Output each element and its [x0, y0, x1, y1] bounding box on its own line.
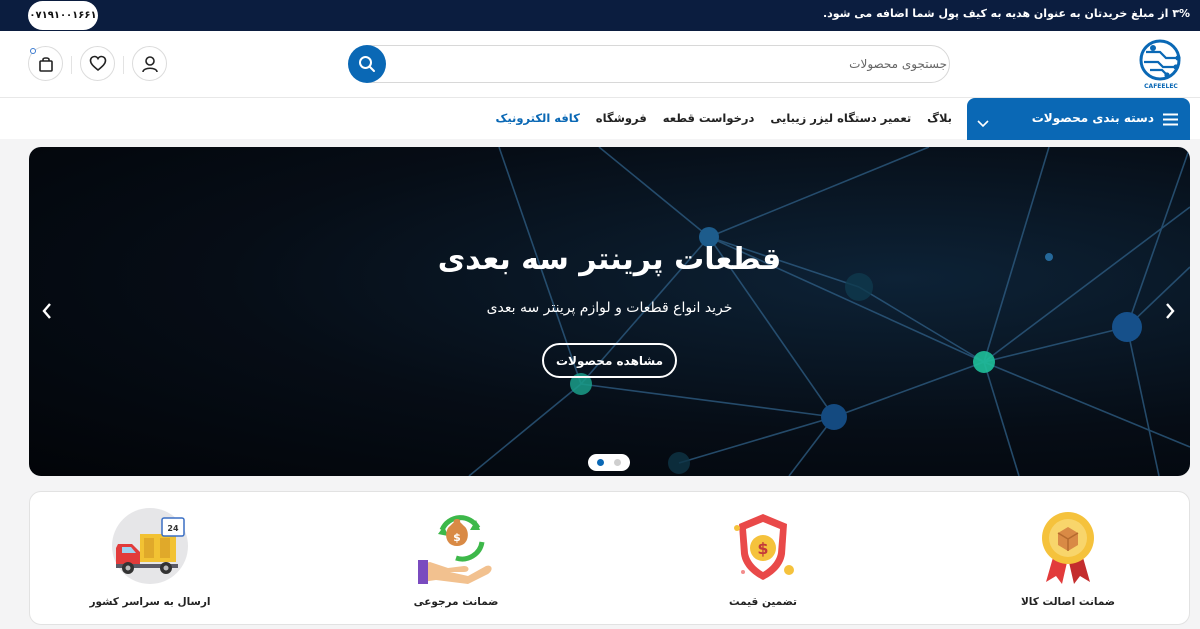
money-return-icon: $ — [416, 506, 496, 586]
header-divider — [71, 56, 72, 74]
site-logo[interactable]: CAFEELEC — [1136, 38, 1186, 90]
search-input[interactable] — [399, 46, 959, 82]
delivery-truck-icon: 24 — [110, 506, 190, 586]
svg-text:$: $ — [453, 531, 461, 544]
heart-icon — [89, 55, 106, 72]
nav-link-blog[interactable]: بلاگ — [927, 111, 952, 125]
search-button[interactable] — [348, 45, 386, 83]
feature-label: ضمانت اصالت کالا — [1020, 596, 1116, 608]
feature-price-guarantee: $ تضمین قیمت — [683, 492, 843, 626]
feature-label: ضمانت مرجوعی — [413, 596, 499, 608]
feature-label: ارسال به سراسر کشور — [89, 596, 211, 608]
promo-text: ۳% از مبلغ خریدتان به عنوان هدیه به کیف … — [822, 7, 1190, 20]
nav-link-part-request[interactable]: درخواست قطعه — [663, 111, 755, 125]
nav-link-shop[interactable]: فروشگاه — [596, 111, 647, 125]
slider-dot-1[interactable] — [597, 459, 604, 466]
feature-label: تضمین قیمت — [728, 596, 798, 608]
slider-dot-2[interactable] — [614, 459, 621, 466]
account-button[interactable] — [132, 46, 167, 81]
slider-next-button[interactable] — [1160, 299, 1180, 323]
price-shield-icon: $ — [723, 506, 803, 586]
header-divider — [123, 56, 124, 74]
search-bar — [348, 45, 959, 83]
logo-text: CAFEELEC — [1144, 83, 1178, 90]
feature-return-guarantee: $ ضمانت مرجوعی — [376, 492, 536, 626]
shopping-bag-icon — [38, 56, 53, 72]
slider-pagination — [588, 454, 630, 471]
hero-subtitle: خرید انواع قطعات و لوازم پرینتر سه بعدی — [486, 300, 733, 316]
chevron-left-icon — [42, 303, 51, 319]
slider-prev-button[interactable] — [37, 299, 57, 323]
search-icon — [359, 56, 375, 72]
chevron-right-icon — [1166, 303, 1175, 319]
hero-title: قطعات پرینتر سه بعدی — [437, 242, 782, 277]
svg-text:$: $ — [757, 539, 768, 558]
nav-link-cafe-electronic[interactable]: کافه الکترونیک — [496, 111, 580, 125]
user-icon — [141, 55, 158, 72]
nav-link-laser-repair[interactable]: تعمیر دستگاه لیزر زیبایی — [770, 111, 911, 125]
menu-icon — [1163, 111, 1178, 130]
hero-slider: قطعات پرینتر سه بعدی خرید انواع قطعات و … — [29, 147, 1190, 476]
feature-authenticity: ضمانت اصالت کالا — [988, 492, 1148, 626]
view-products-button[interactable]: مشاهده محصولات — [542, 343, 677, 378]
main-nav: دسته بندی محصولات کافه الکترونیک فروشگاه… — [0, 97, 1200, 140]
search-field-frame — [368, 45, 959, 83]
wishlist-button[interactable] — [80, 46, 115, 81]
cart-count-badge — [30, 48, 36, 54]
svg-text:24: 24 — [167, 524, 179, 533]
chevron-down-icon — [977, 113, 989, 132]
nav-links: کافه الکترونیک فروشگاه درخواست قطعه تعمی… — [496, 111, 952, 125]
features-strip: ضمانت اصالت کالا $ تضمین قیمت $ ضمانت مر… — [29, 491, 1190, 625]
feature-nationwide-shipping: 24 ارسال به سراسر کشور — [70, 492, 230, 626]
phone-number-button[interactable]: ۰۷۱۹۱۰۰۱۶۶۱ — [28, 1, 98, 30]
award-badge-icon — [1028, 506, 1108, 586]
categories-menu-label: دسته بندی محصولات — [1031, 111, 1154, 125]
categories-menu-button[interactable]: دسته بندی محصولات — [967, 98, 1190, 140]
top-bar: ۳% از مبلغ خریدتان به عنوان هدیه به کیف … — [0, 0, 1200, 31]
